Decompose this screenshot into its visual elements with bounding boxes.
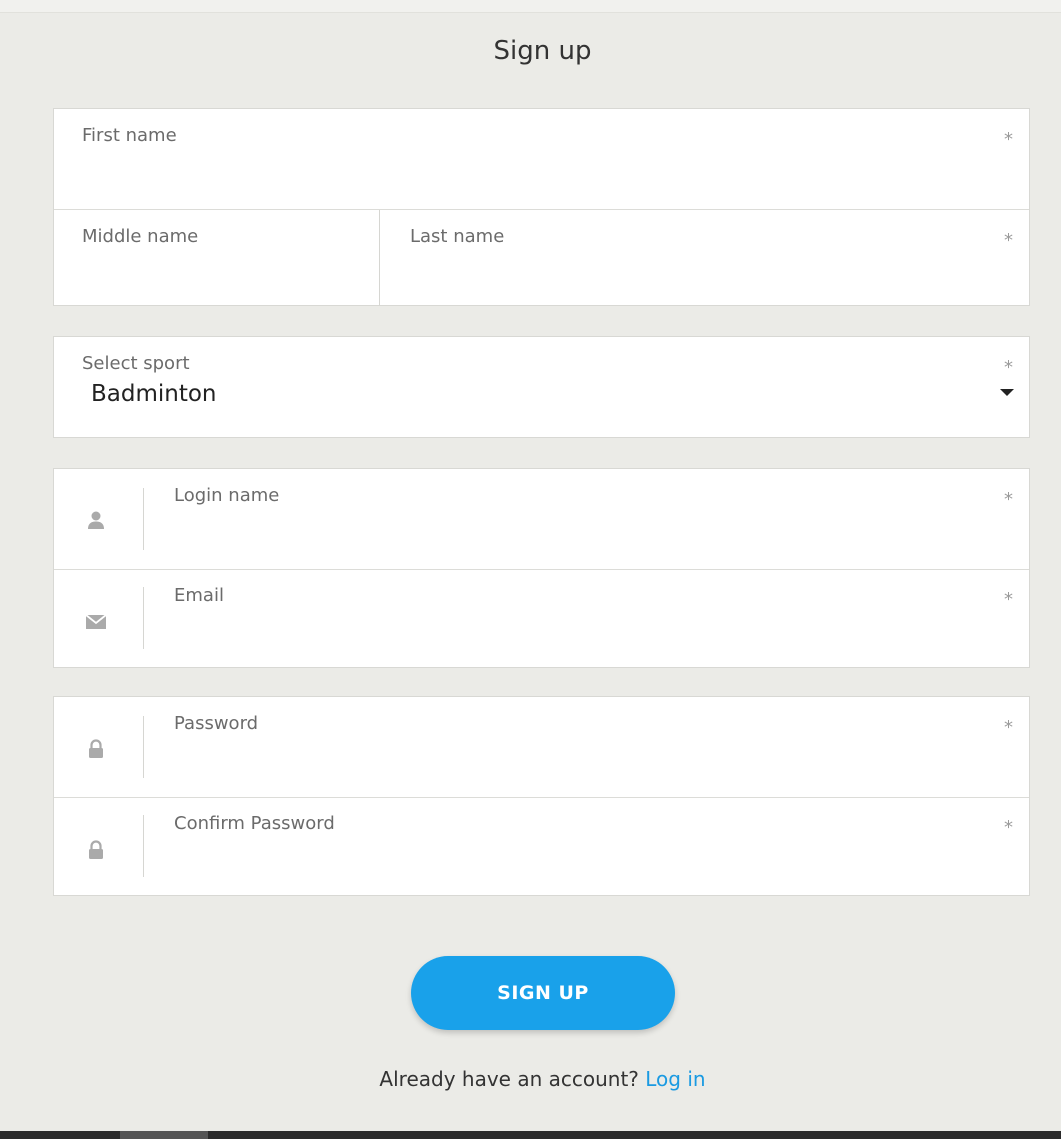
lock-icon: [89, 739, 103, 758]
lock-icon: [89, 840, 103, 859]
envelope-icon: [85, 614, 107, 629]
password-label: Password: [174, 713, 259, 734]
required-mark: *: [1004, 129, 1013, 150]
select-sport-field[interactable]: Select sport * Badminton: [53, 336, 1030, 438]
password-field[interactable]: Password *: [54, 697, 1029, 797]
login-name-field[interactable]: Login name *: [54, 469, 1029, 569]
account-card: Login name * Email *: [53, 468, 1030, 668]
page-title: Sign up: [493, 36, 592, 66]
last-name-label: Last name: [410, 226, 505, 247]
email-label: Email: [174, 585, 224, 606]
login-name-label: Login name: [174, 485, 280, 506]
select-sport-value: Badminton: [91, 381, 217, 407]
name-card: First name * Middle name Last name *: [53, 108, 1030, 306]
bottom-bar-tab[interactable]: [120, 1131, 208, 1139]
login-prompt-text: Already have an account?: [379, 1067, 639, 1091]
icon-divider: [143, 587, 144, 649]
name-row: Middle name Last name *: [54, 209, 1029, 306]
sign-up-button[interactable]: SIGN UP: [411, 956, 675, 1030]
required-mark: *: [1004, 717, 1013, 738]
email-field[interactable]: Email *: [54, 569, 1029, 667]
required-mark: *: [1004, 357, 1013, 378]
top-edge: [0, 0, 1061, 13]
password-card: Password * Confirm Password *: [53, 696, 1030, 896]
icon-divider: [143, 815, 144, 877]
required-mark: *: [1004, 489, 1013, 510]
middle-name-label: Middle name: [82, 226, 199, 247]
field-divider: [379, 210, 380, 306]
select-sport-label: Select sport: [82, 353, 190, 374]
log-in-link[interactable]: Log in: [645, 1067, 705, 1091]
user-icon: [88, 511, 104, 529]
confirm-password-label: Confirm Password: [174, 813, 335, 834]
first-name-field[interactable]: First name *: [54, 109, 1029, 209]
required-mark: *: [1004, 589, 1013, 610]
middle-name-field[interactable]: Middle name: [54, 210, 380, 306]
caret-down-icon[interactable]: [1000, 389, 1014, 396]
icon-divider: [143, 716, 144, 778]
first-name-label: First name: [82, 125, 177, 146]
icon-divider: [143, 488, 144, 550]
required-mark: *: [1004, 817, 1013, 838]
login-prompt: Already have an account? Log in: [0, 1067, 1061, 1091]
required-mark: *: [1004, 230, 1013, 251]
last-name-field[interactable]: Last name *: [381, 210, 1029, 306]
confirm-password-field[interactable]: Confirm Password *: [54, 797, 1029, 895]
